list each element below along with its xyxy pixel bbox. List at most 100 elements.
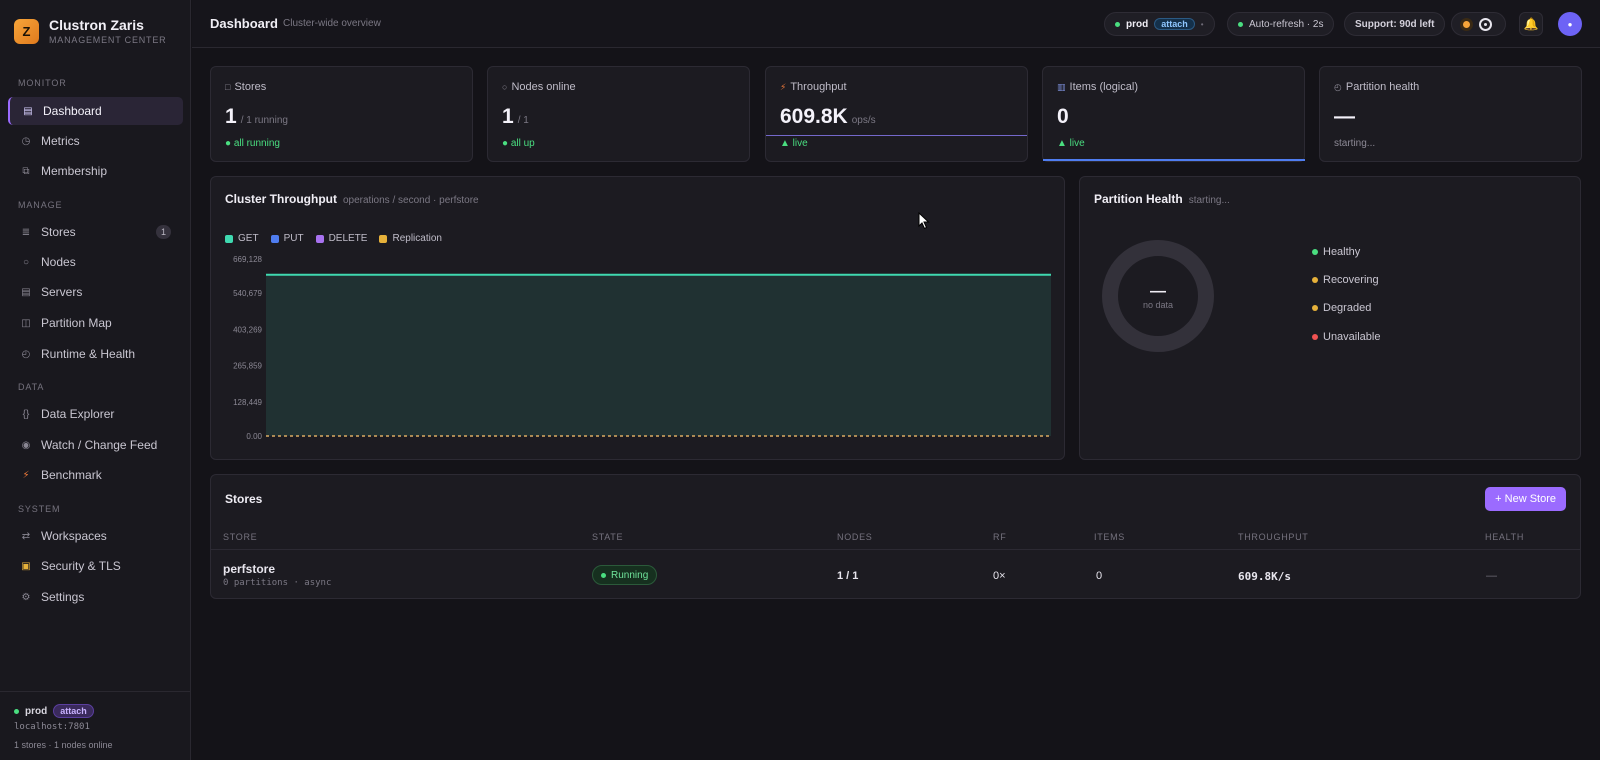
sidebar-item-settings[interactable]: ⚙ Settings bbox=[8, 583, 183, 611]
new-store-button[interactable]: + New Store bbox=[1485, 487, 1566, 511]
column-header-state[interactable]: STATE bbox=[592, 532, 623, 542]
kpi-value: 1 bbox=[502, 105, 514, 128]
column-header-rf[interactable]: RF bbox=[993, 532, 1006, 542]
environment-selector[interactable]: prod attach • bbox=[1104, 12, 1215, 36]
sidebar-item-stores[interactable]: ≣ Stores 1 bbox=[8, 218, 183, 246]
partition-row-unavailable: Unavailable0 bbox=[1312, 329, 1600, 345]
sidebar-item-label: Membership bbox=[41, 164, 108, 178]
sidebar-item-dashboard[interactable]: ▤ Dashboard bbox=[8, 97, 183, 125]
store-name[interactable]: perfstore bbox=[223, 562, 275, 576]
sidebar-item-watch-change-feed[interactable]: ◉ Watch / Change Feed bbox=[8, 431, 183, 459]
kpi-value: 1 bbox=[225, 105, 237, 128]
kpi-foot: starting... bbox=[1334, 138, 1376, 149]
series-area-get bbox=[266, 274, 1051, 436]
legend-item-replication[interactable]: Replication bbox=[379, 233, 442, 244]
donut-label: no data bbox=[1142, 300, 1174, 310]
list-icon: ▥ bbox=[1057, 81, 1066, 92]
page-title: Dashboard bbox=[210, 16, 278, 31]
store-throughput: 609.8K/s bbox=[1238, 570, 1291, 583]
column-header-store[interactable]: STORE bbox=[223, 532, 257, 542]
lock-icon: ▣ bbox=[21, 560, 31, 572]
kpi-unit: / 1 running bbox=[240, 115, 288, 126]
panel-subtitle: starting... bbox=[1188, 195, 1230, 206]
y-tick-label: 669,128 bbox=[233, 255, 262, 264]
sidebar-item-label: Stores bbox=[41, 225, 76, 239]
y-tick-label: 128,449 bbox=[233, 398, 262, 407]
column-header-health[interactable]: HEALTH bbox=[1485, 532, 1524, 542]
partition-row-healthy: Healthy0 bbox=[1312, 244, 1600, 260]
workspaces-icon: ⇄ bbox=[21, 530, 31, 542]
connection-status-dot bbox=[14, 708, 19, 714]
sidebar-item-membership[interactable]: ⧉ Membership bbox=[8, 157, 183, 185]
sidebar-item-data-explorer[interactable]: {} Data Explorer bbox=[8, 400, 183, 428]
nav-section-data: DATA bbox=[18, 382, 45, 392]
brand-logo: Z bbox=[14, 19, 39, 44]
mouse-cursor bbox=[918, 212, 930, 230]
throughput-chart: 669,128 540,679 403,269 265,859 128,449 0.00 bbox=[233, 255, 1051, 441]
bell-icon: 🔔 bbox=[1523, 17, 1539, 31]
square-icon: □ bbox=[225, 82, 231, 92]
cluster-throughput-panel: Cluster Throughput operations / second · … bbox=[210, 176, 1065, 460]
sidebar-item-label: Workspaces bbox=[41, 529, 107, 543]
kpi-label: Partition health bbox=[1345, 81, 1420, 93]
server-icon: ▤ bbox=[21, 286, 31, 298]
column-header-throughput[interactable]: THROUGHPUT bbox=[1238, 532, 1309, 542]
kpi-unit: / 1 bbox=[517, 115, 529, 126]
kpi-card-stores: □ Stores 1/ 1 running ● all running bbox=[210, 66, 473, 162]
sidebar-item-partition-map[interactable]: ◫ Partition Map bbox=[8, 309, 183, 337]
sidebar-item-metrics[interactable]: ◷ Metrics bbox=[8, 127, 183, 155]
brand[interactable]: Z Clustron Zaris MANAGEMENT CENTER bbox=[14, 18, 166, 45]
notifications-button[interactable]: 🔔 bbox=[1519, 12, 1543, 36]
health-icon: ◴ bbox=[21, 348, 31, 360]
y-tick-label: 0.00 bbox=[246, 432, 262, 441]
kpi-unit: ops/s bbox=[851, 115, 876, 126]
kpi-label: Nodes online bbox=[511, 81, 576, 93]
sidebar-item-security-tls[interactable]: ▣ Security & TLS bbox=[8, 552, 183, 580]
sidebar-item-label: Benchmark bbox=[41, 468, 102, 482]
nav-section-monitor: MONITOR bbox=[18, 78, 67, 88]
sidebar-item-nodes[interactable]: ○ Nodes bbox=[8, 248, 183, 276]
store-rf: 0× bbox=[993, 570, 1006, 582]
panel-title: Partition Health bbox=[1094, 192, 1183, 206]
auto-refresh-toggle[interactable]: Auto-refresh · 2s bbox=[1227, 12, 1335, 36]
legend-item-delete[interactable]: DELETE bbox=[315, 233, 367, 244]
footer-env: prod bbox=[25, 705, 48, 717]
y-tick-label: 540,679 bbox=[233, 289, 262, 298]
health-icon: ◴ bbox=[1334, 81, 1342, 92]
sidebar-footer: prod attach localhost:7801 1 stores · 1 … bbox=[0, 691, 191, 760]
stores-icon: ≣ bbox=[21, 226, 31, 238]
y-tick-label: 265,859 bbox=[233, 362, 262, 371]
circle-icon: ○ bbox=[502, 82, 508, 92]
column-header-nodes[interactable]: NODES bbox=[837, 532, 873, 542]
sidebar-item-label: Metrics bbox=[41, 134, 80, 148]
theme-toggle[interactable] bbox=[1451, 12, 1506, 36]
kpi-foot: ● all up bbox=[502, 138, 535, 149]
env-mode-badge: attach bbox=[1154, 18, 1195, 30]
sidebar-item-runtime-health[interactable]: ◴ Runtime & Health bbox=[8, 340, 183, 368]
kpi-value: — bbox=[1334, 105, 1355, 128]
store-items: 0 bbox=[1096, 570, 1103, 582]
footer-status: 1 stores · 1 nodes online bbox=[14, 740, 113, 750]
partition-row-recovering: Recovering0 bbox=[1312, 272, 1600, 288]
footer-host: localhost:7801 bbox=[14, 722, 90, 732]
kpi-value: 609.8K bbox=[780, 105, 848, 128]
dashboard-icon: ▤ bbox=[23, 105, 33, 117]
braces-icon: {} bbox=[22, 408, 30, 420]
sidebar-item-label: Data Explorer bbox=[41, 407, 115, 421]
kpi-foot: ● all running bbox=[225, 138, 280, 149]
sidebar-item-servers[interactable]: ▤ Servers bbox=[8, 278, 183, 306]
column-header-items[interactable]: ITEMS bbox=[1094, 532, 1125, 542]
panel-title: Cluster Throughput bbox=[225, 192, 337, 206]
running-dot bbox=[601, 572, 606, 578]
legend-item-get[interactable]: GET bbox=[225, 233, 259, 244]
table-header-divider bbox=[211, 549, 1580, 550]
sidebar-item-workspaces[interactable]: ⇄ Workspaces bbox=[8, 522, 183, 550]
sun-icon bbox=[1460, 17, 1473, 31]
chevron-down-icon: • bbox=[1200, 19, 1204, 29]
kpi-label: Stores bbox=[234, 81, 267, 93]
avatar[interactable]: ● bbox=[1558, 12, 1582, 36]
legend-item-put[interactable]: PUT bbox=[270, 233, 304, 244]
sidebar-item-benchmark[interactable]: ⚡ Benchmark bbox=[8, 461, 183, 489]
bolt-icon: ⚡ bbox=[22, 469, 30, 481]
kpi-value: 0 bbox=[1057, 105, 1069, 128]
